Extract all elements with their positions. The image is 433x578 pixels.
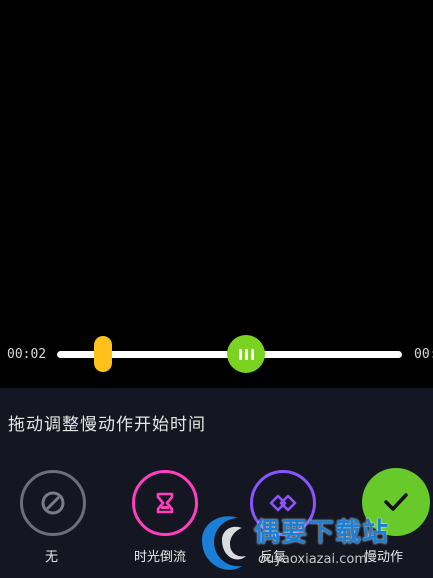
pause-icon [238, 348, 254, 360]
effect-rewind-label: 时光倒流 [134, 550, 187, 565]
check-icon [384, 493, 408, 511]
timeline[interactable]: 00:02 00: [0, 335, 433, 373]
effect-slow-motion-label: 慢动作 [364, 550, 404, 565]
end-time-label: 00: [414, 347, 433, 362]
no-effect-icon [41, 491, 65, 515]
pause-button[interactable] [227, 335, 265, 373]
effect-slow-motion-button[interactable] [362, 468, 430, 536]
slow-motion-start-handle[interactable] [94, 336, 112, 372]
effect-rewind-button[interactable] [132, 470, 198, 536]
start-time-label: 00:02 [7, 347, 47, 362]
effect-repeat-label: 反复 [260, 550, 287, 565]
hint-text: 拖动调整慢动作开始时间 [8, 415, 206, 435]
hourglass-icon [156, 492, 174, 514]
repeat-diamond-icon [269, 494, 297, 512]
video-preview [0, 0, 433, 388]
effect-panel: 拖动调整慢动作开始时间 无 时光倒流 反复 慢动作 偶要下载站 ouyaoxia… [0, 388, 433, 578]
effect-none-button[interactable] [20, 470, 86, 536]
effect-repeat-button[interactable] [250, 470, 316, 536]
watermark-logo-icon [202, 516, 246, 570]
effect-none-label: 无 [45, 550, 59, 565]
